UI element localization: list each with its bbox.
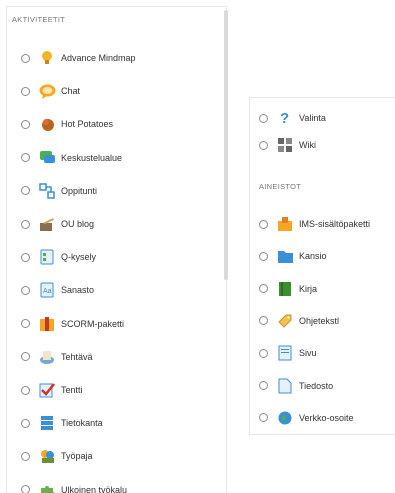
blog-icon [38,215,56,233]
activity-label: Chat [61,86,81,97]
radio-button[interactable] [21,186,30,196]
activity-label: Advance Mindmap [61,53,136,63]
book-icon [276,280,294,298]
radio-button[interactable] [259,413,268,423]
url-globe-icon [276,409,294,427]
activity-item-6[interactable]: Q-kysely [7,246,96,268]
activities-heading: AKTIVITEETIT [12,15,66,24]
activity-item-8[interactable]: SCORM-paketti [7,313,124,335]
radio-button[interactable] [21,451,30,461]
activity-label: Verkko-osoite [299,412,354,423]
radio-button[interactable] [21,86,30,96]
activity-label: Oppitunti [61,185,98,196]
radio-button[interactable] [21,219,30,229]
activity-label: Tiedosto [299,380,334,391]
puzzle-piece-icon [38,481,56,493]
radio-button[interactable] [259,219,268,229]
wiki-icon [276,136,294,154]
activity-label: Tehtävä [61,351,93,362]
label-tag-icon [276,312,294,330]
page-icon [276,344,294,362]
activity-item-4[interactable]: Oppitunti [7,180,97,202]
radio-button[interactable] [21,418,30,428]
radio-button[interactable] [259,140,268,150]
activity-label: Työpaja [61,451,93,462]
activity-item-11[interactable]: Tietokanta [7,412,103,434]
scorm-package-icon [38,315,56,333]
lesson-icon [38,182,56,200]
radio-button[interactable] [21,53,30,63]
radio-button[interactable] [259,284,268,294]
assignment-icon [38,348,56,366]
radio-button[interactable] [259,316,268,326]
activity-item-10[interactable]: Tentti [7,379,83,401]
radio-button[interactable] [259,251,268,261]
activity-item-13[interactable]: Ulkoinen työkalu [7,479,127,493]
resources-heading: AINEISTOT [259,182,302,191]
activity-item-7[interactable]: Aa Sanasto [7,279,94,301]
activity-item-3[interactable]: Keskustelualue [7,147,122,169]
activities-scrollbar[interactable] [224,10,228,280]
resource-item-5[interactable]: Tiedosto [250,375,333,397]
hot-potato-icon [38,115,56,133]
resource-item-2[interactable]: Kirja [250,278,317,300]
resource-item-1[interactable]: Kansio [250,245,327,267]
activity-item-right-1[interactable]: Wiki [250,134,316,156]
workshop-icon [38,447,56,465]
resources-panel: ? Valinta Wiki AINEISTOT IMS-sisältöpakett… [249,97,395,435]
database-icon [38,414,56,432]
glossary-icon: Aa [38,281,56,299]
activity-label: Sanasto [61,285,95,296]
radio-button[interactable] [21,119,30,129]
activity-label: Kansio [299,251,327,262]
activity-label: Wiki [299,140,316,150]
radio-button[interactable] [21,319,30,329]
resource-item-6[interactable]: Verkko-osoite [250,407,354,429]
activity-item-0[interactable]: Advance Mindmap [7,47,136,69]
radio-button[interactable] [21,352,30,362]
quiz-checkmark-icon [38,381,56,399]
activity-item-right-0[interactable]: ? Valinta [250,107,326,129]
ims-package-icon [276,215,294,233]
activities-panel: AKTIVITEETIT Advance Mindmap Chat Hot Pota… [6,6,227,493]
activity-label: Ohjetekstl [299,315,340,326]
activity-label: Keskustelualue [61,152,123,163]
activity-item-5[interactable]: OU blog [7,213,94,235]
activity-item-2[interactable]: Hot Potatoes [7,113,113,135]
activity-label: Hot Potatoes [61,119,114,130]
activity-label: Tentti [61,385,83,395]
question-mark-icon: ? [276,109,294,127]
activity-item-9[interactable]: Tehtävä [7,346,93,368]
radio-button[interactable] [21,485,30,493]
activity-item-1[interactable]: Chat [7,80,80,102]
radio-button[interactable] [21,285,30,295]
activity-label: Ulkoinen työkalu [61,484,128,493]
radio-button[interactable] [21,385,30,395]
activity-label: SCORM-paketti [61,318,125,329]
activity-label: Sivu [299,348,317,359]
activity-label: OU blog [61,219,95,229]
questionnaire-icon [38,248,56,266]
resource-item-0[interactable]: IMS-sisältöpaketti [250,213,370,235]
radio-button[interactable] [259,381,268,390]
resource-item-3[interactable]: Ohjetekstl [250,310,339,332]
forum-icon [38,149,56,167]
activity-label: Kirja [299,283,318,294]
activity-label: IMS-sisältöpaketti [299,219,371,229]
radio-button[interactable] [259,113,268,123]
chat-bubble-icon [38,82,56,100]
lightbulb-icon [38,49,56,67]
activity-item-12[interactable]: Työpaja [7,445,93,467]
svg-text:?: ? [280,110,289,126]
radio-button[interactable] [259,348,268,358]
radio-button[interactable] [21,252,30,262]
radio-button[interactable] [21,153,30,163]
resource-item-4[interactable]: Sivu [250,342,317,364]
file-icon [276,377,294,395]
activity-label: Tietokanta [61,418,103,429]
folder-icon [276,247,294,265]
activity-label: Valinta [299,113,326,123]
svg-text:Aa: Aa [43,288,52,295]
activity-label: Q-kysely [61,252,97,263]
